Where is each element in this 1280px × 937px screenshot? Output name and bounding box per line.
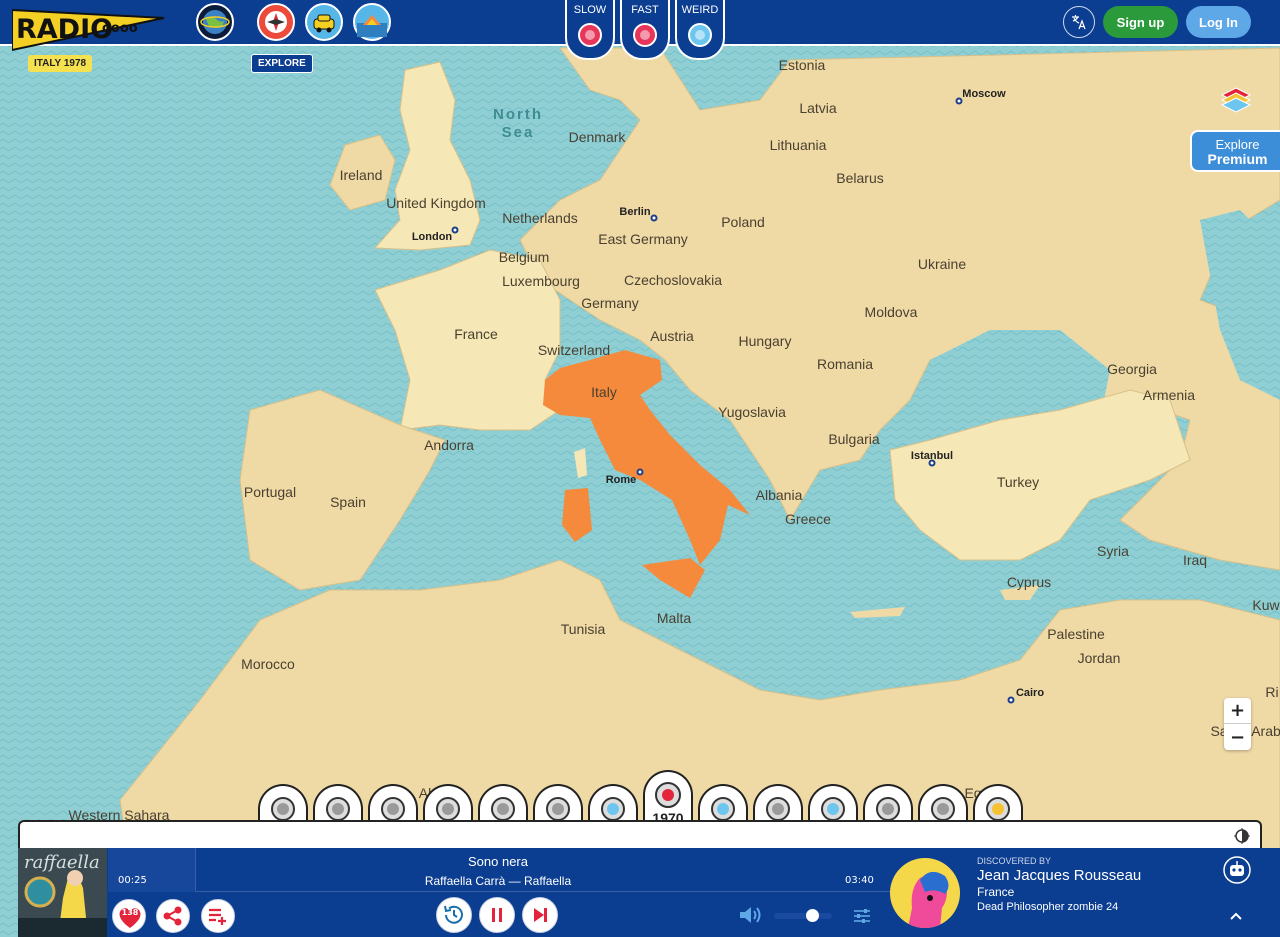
artist-album[interactable]: Raffaella Carrà — Raffaella: [98, 874, 898, 888]
decade-ball: [381, 797, 405, 821]
album-cover[interactable]: raffaella: [18, 848, 107, 937]
heart-icon: [119, 908, 141, 928]
city-marker[interactable]: [451, 226, 459, 234]
decade-ball: [711, 797, 735, 821]
log-in-button[interactable]: Log In: [1186, 6, 1251, 38]
add-to-playlist-button[interactable]: [201, 899, 235, 933]
translate-button[interactable]: [1063, 6, 1095, 38]
volume-icon[interactable]: [738, 904, 764, 926]
premium-line2: Premium: [1207, 151, 1268, 167]
speed-slow-label: SLOW: [573, 4, 607, 16]
skip-next-icon: [534, 908, 547, 922]
decade-ball: [766, 797, 790, 821]
robot-icon[interactable]: [1223, 856, 1251, 884]
track-info[interactable]: 00:25 03:40 Sono nera Raffaella Carrà — …: [108, 848, 908, 892]
pause-icon: [492, 908, 502, 922]
compass-mode-icon[interactable]: [257, 3, 295, 41]
zoom-out-button[interactable]: −: [1224, 724, 1251, 750]
decade-ball: [546, 797, 570, 821]
explore-premium-button[interactable]: Explore Premium: [1190, 130, 1280, 172]
city-marker[interactable]: [928, 459, 936, 467]
zoom-control: + −: [1224, 698, 1251, 750]
zoom-in-button[interactable]: +: [1224, 698, 1251, 724]
share-icon: [163, 906, 182, 926]
discoverer-title: Dead Philosopher zombie 24: [977, 901, 1119, 913]
discoverer-name[interactable]: Jean Jacques Rousseau: [977, 867, 1141, 884]
edition-badge[interactable]: ITALY 1978: [28, 55, 93, 72]
svg-text:RADIO: RADIO: [16, 14, 113, 45]
explore-button[interactable]: EXPLORE: [251, 54, 313, 73]
decade-ball: [436, 797, 460, 821]
speed-fast-label: FAST: [631, 4, 659, 16]
volume-knob[interactable]: [806, 909, 819, 922]
decade-ball: [271, 797, 295, 821]
decade-ball: [876, 797, 900, 821]
next-button[interactable]: [522, 897, 558, 933]
svg-text:oooo: oooo: [102, 21, 138, 36]
premium-line1: Explore: [1215, 137, 1260, 152]
speed-weird-label: WEIRD: [681, 4, 719, 16]
song-title[interactable]: Sono nera: [98, 854, 898, 869]
speed-weird-button[interactable]: WEIRD: [675, 0, 725, 60]
decade-ball: [601, 797, 625, 821]
player-bar: raffaella 00:25 03:40 Sono nera Raffaell…: [18, 848, 1280, 937]
like-count: 138: [121, 908, 139, 917]
speed-fast-knob: [633, 23, 657, 47]
speed-fast-button[interactable]: FAST: [620, 0, 670, 60]
decade-ball: [821, 797, 845, 821]
decade-ball: [986, 797, 1010, 821]
playlist-add-icon: [209, 908, 226, 925]
history-button[interactable]: [436, 897, 472, 933]
contrast-icon[interactable]: [1234, 828, 1250, 844]
history-icon: [444, 905, 463, 924]
top-bar: RADIO oooo SLOW FAST WEIRD Sign up Log I…: [0, 0, 1280, 60]
island-mode-icon[interactable]: [353, 3, 391, 41]
city-marker[interactable]: [636, 468, 644, 476]
player-strip: [18, 820, 1262, 850]
discoverer-avatar[interactable]: [890, 858, 960, 928]
layers-icon[interactable]: [1220, 84, 1252, 116]
share-button[interactable]: [156, 899, 190, 933]
radiooooo-logo[interactable]: RADIO oooo: [12, 6, 170, 52]
city-marker[interactable]: [650, 214, 658, 222]
volume-slider[interactable]: [774, 913, 832, 919]
city-marker[interactable]: [1007, 696, 1015, 704]
zombie-portrait-icon: [908, 871, 949, 928]
discoverer-country: France: [977, 885, 1015, 899]
pause-button[interactable]: [479, 897, 515, 933]
speed-slow-knob: [578, 23, 602, 47]
translate-icon: [1072, 15, 1086, 30]
city-marker[interactable]: [955, 97, 963, 105]
taxi-mode-icon[interactable]: [305, 3, 343, 41]
chevron-up-icon[interactable]: [1228, 908, 1244, 924]
like-button[interactable]: 138: [112, 899, 146, 933]
decade-ball: [931, 797, 955, 821]
speed-slow-button[interactable]: SLOW: [565, 0, 615, 60]
decade-ball: [655, 782, 681, 808]
decade-ball: [326, 797, 350, 821]
discovered-by-label: DISCOVERED BY: [977, 856, 1052, 866]
globe-mode-icon[interactable]: [196, 3, 234, 41]
sign-up-button[interactable]: Sign up: [1103, 6, 1178, 38]
album-cover-art: [18, 870, 107, 937]
equalizer-icon[interactable]: [853, 907, 871, 925]
decade-ball: [491, 797, 515, 821]
speed-weird-knob: [688, 23, 712, 47]
